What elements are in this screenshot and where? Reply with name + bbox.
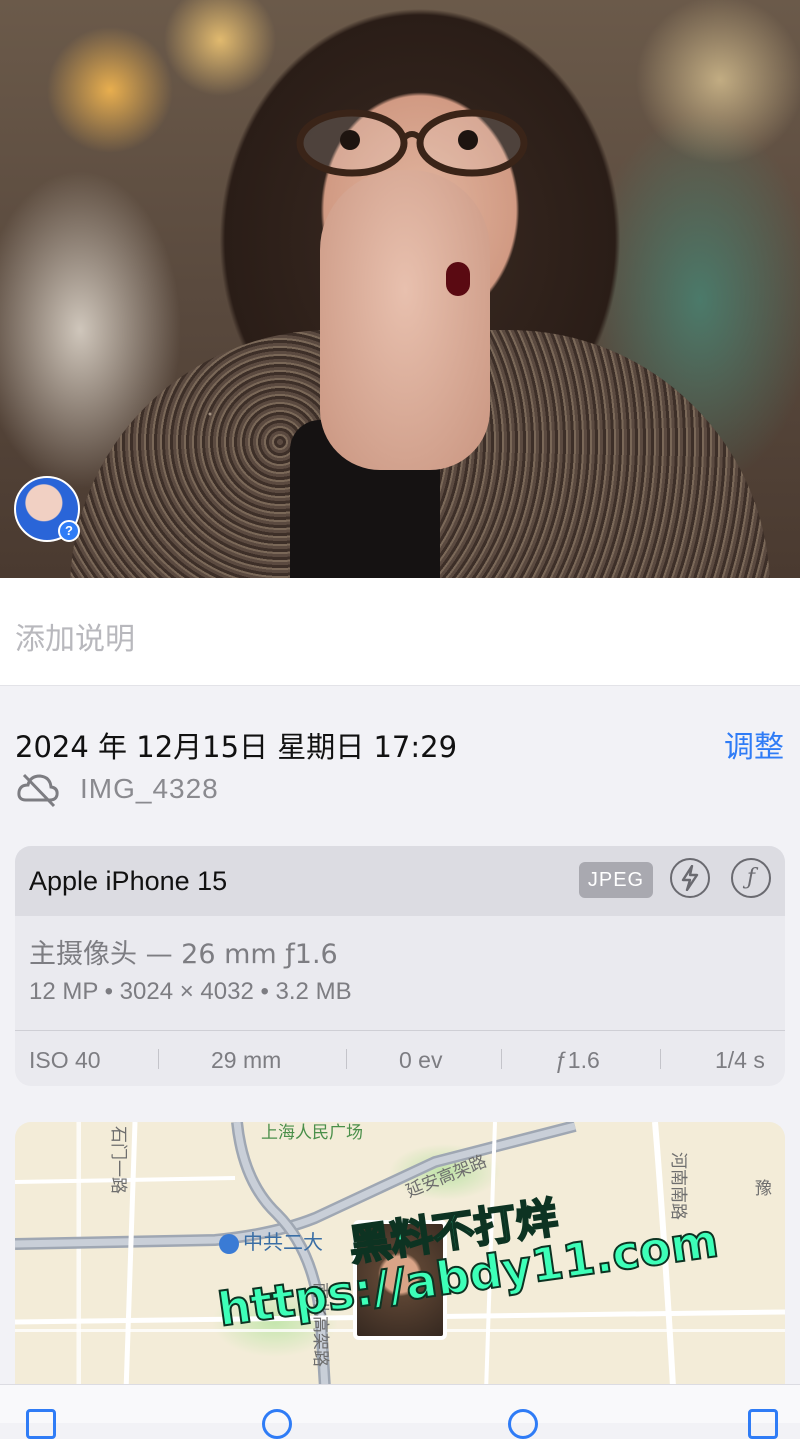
bottom-toolbar bbox=[0, 1384, 800, 1439]
photo-viewer[interactable] bbox=[0, 0, 800, 578]
exif-card-header: Apple iPhone 15 JPEG ƒ bbox=[15, 846, 785, 916]
map-label-square: 上海人民广场 bbox=[261, 1123, 363, 1143]
lens-info: 主摄像头 — 26 mm ƒ1.6 bbox=[29, 939, 338, 970]
photo-ring bbox=[446, 262, 470, 296]
exif-card: Apple iPhone 15 JPEG ƒ 主摄像头 — 26 mm ƒ1.6… bbox=[15, 846, 785, 1086]
map-label-road: 石门一路 bbox=[108, 1126, 128, 1194]
poi-pin-icon bbox=[219, 1233, 239, 1254]
delete-icon[interactable] bbox=[748, 1409, 778, 1439]
aperture-f-icon: ƒ bbox=[731, 858, 771, 898]
shutter-speed-value: 1/4 s bbox=[715, 1047, 765, 1073]
device-name: Apple iPhone 15 bbox=[29, 866, 228, 896]
exposure-comp-value: 0 ev bbox=[399, 1047, 443, 1073]
format-badge: JPEG bbox=[579, 862, 653, 898]
adjust-button[interactable]: 调整 bbox=[724, 722, 784, 766]
map-label-henan: 河南南路 bbox=[668, 1152, 688, 1220]
aperture-value: ƒ1.6 bbox=[555, 1047, 600, 1073]
exif-values-row: ISO 40 29 mm 0 ev ƒ1.6 1/4 s bbox=[15, 1030, 785, 1086]
map-poi-label: 中共二大 bbox=[243, 1230, 323, 1254]
iso-value: ISO 40 bbox=[29, 1047, 101, 1073]
photo-hands bbox=[320, 170, 490, 470]
image-specs: 12 MP • 3024 × 4032 • 3.2 MB bbox=[29, 978, 352, 1005]
caption-area[interactable]: 添加说明 bbox=[0, 578, 800, 686]
exif-separator bbox=[501, 1049, 502, 1069]
unknown-person-badge: ? bbox=[58, 520, 80, 542]
map-label-right: 豫 bbox=[755, 1179, 772, 1199]
cloud-off-icon bbox=[17, 773, 59, 808]
exif-separator bbox=[158, 1049, 159, 1069]
exif-separator bbox=[346, 1049, 347, 1069]
favorite-icon[interactable] bbox=[262, 1409, 292, 1439]
focal-length-value: 29 mm bbox=[211, 1047, 282, 1073]
flash-off-icon bbox=[670, 858, 710, 898]
caption-placeholder[interactable]: 添加说明 bbox=[15, 614, 135, 658]
share-icon[interactable] bbox=[26, 1409, 56, 1439]
exif-separator bbox=[660, 1049, 661, 1069]
photo-datetime: 2024 年 12月15日 星期日 17:29 bbox=[15, 730, 458, 764]
file-name: IMG_4328 bbox=[80, 773, 219, 804]
info-icon[interactable] bbox=[508, 1409, 538, 1439]
photo-glasses bbox=[296, 109, 528, 177]
map-poi[interactable]: 中共二大 bbox=[219, 1226, 323, 1255]
